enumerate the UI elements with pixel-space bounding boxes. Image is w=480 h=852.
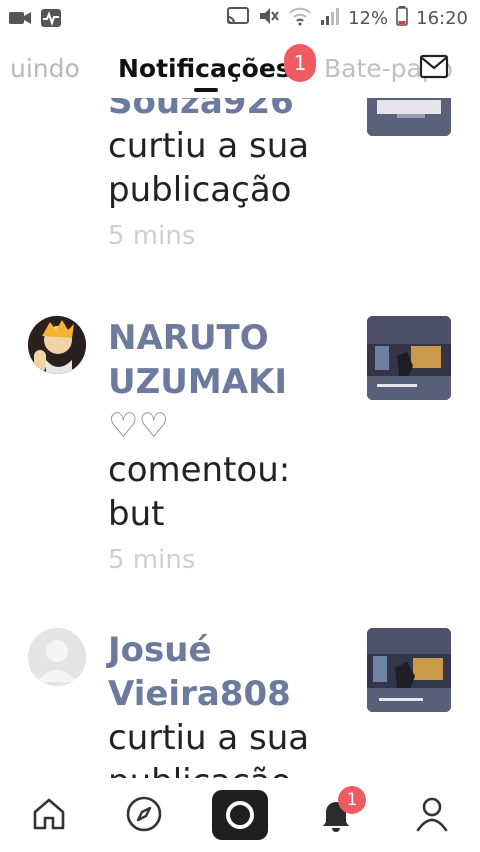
notification-action: curtiu a sua [108,126,310,166]
notification-username[interactable]: Josué [108,628,348,672]
bell-badge: 1 [338,786,366,814]
tab-notificacoes[interactable]: Notificações [118,54,291,83]
notification-username[interactable]: NARUTO [108,316,348,360]
profile-icon[interactable] [412,794,452,834]
avatar[interactable] [28,628,86,686]
post-thumbnail[interactable] [367,98,451,136]
notification-action: but [108,494,165,534]
notification-action: publicação [108,760,348,778]
notification-action: publicação [108,170,292,210]
home-icon[interactable] [29,794,69,834]
video-camera-icon [8,9,32,32]
notification-action: curtiu a sua [108,718,310,758]
clock: 16:20 [416,8,468,29]
battery-icon [396,6,408,31]
post-thumbnail[interactable] [367,316,451,400]
status-bar: 12% 16:20 [0,0,480,38]
comment-hearts: ♡♡ [108,406,169,446]
notification-time: 5 mins [108,545,196,575]
mute-icon [258,6,280,31]
battery-percent: 12% [348,8,389,29]
compass-icon[interactable] [124,794,164,834]
wifi-icon [288,6,312,31]
notification-username[interactable]: Vieira808 [108,672,348,716]
active-tab-indicator [194,88,218,92]
tab-seguindo[interactable]: uindo [10,54,80,83]
notifications-badge: 1 [284,44,316,82]
mail-icon[interactable] [419,54,449,85]
bottom-navigation: 1 [0,778,480,852]
post-thumbnail[interactable] [367,628,451,712]
notification-username[interactable]: UZUMAKI [108,360,348,404]
signal-icon [320,6,340,31]
notifications-feed[interactable]: Souza926 curtiu a sua publicação 5 mins [0,98,480,778]
notification-action: comentou: [108,450,291,490]
notification-time: 5 mins [108,221,196,251]
cast-icon [226,6,250,31]
camera-icon[interactable] [212,790,268,840]
notification-username[interactable]: Souza926 [108,98,348,124]
activity-icon [40,8,62,33]
top-tabs: uindo Notificações Bate-papo [0,40,480,98]
avatar[interactable] [28,316,86,374]
